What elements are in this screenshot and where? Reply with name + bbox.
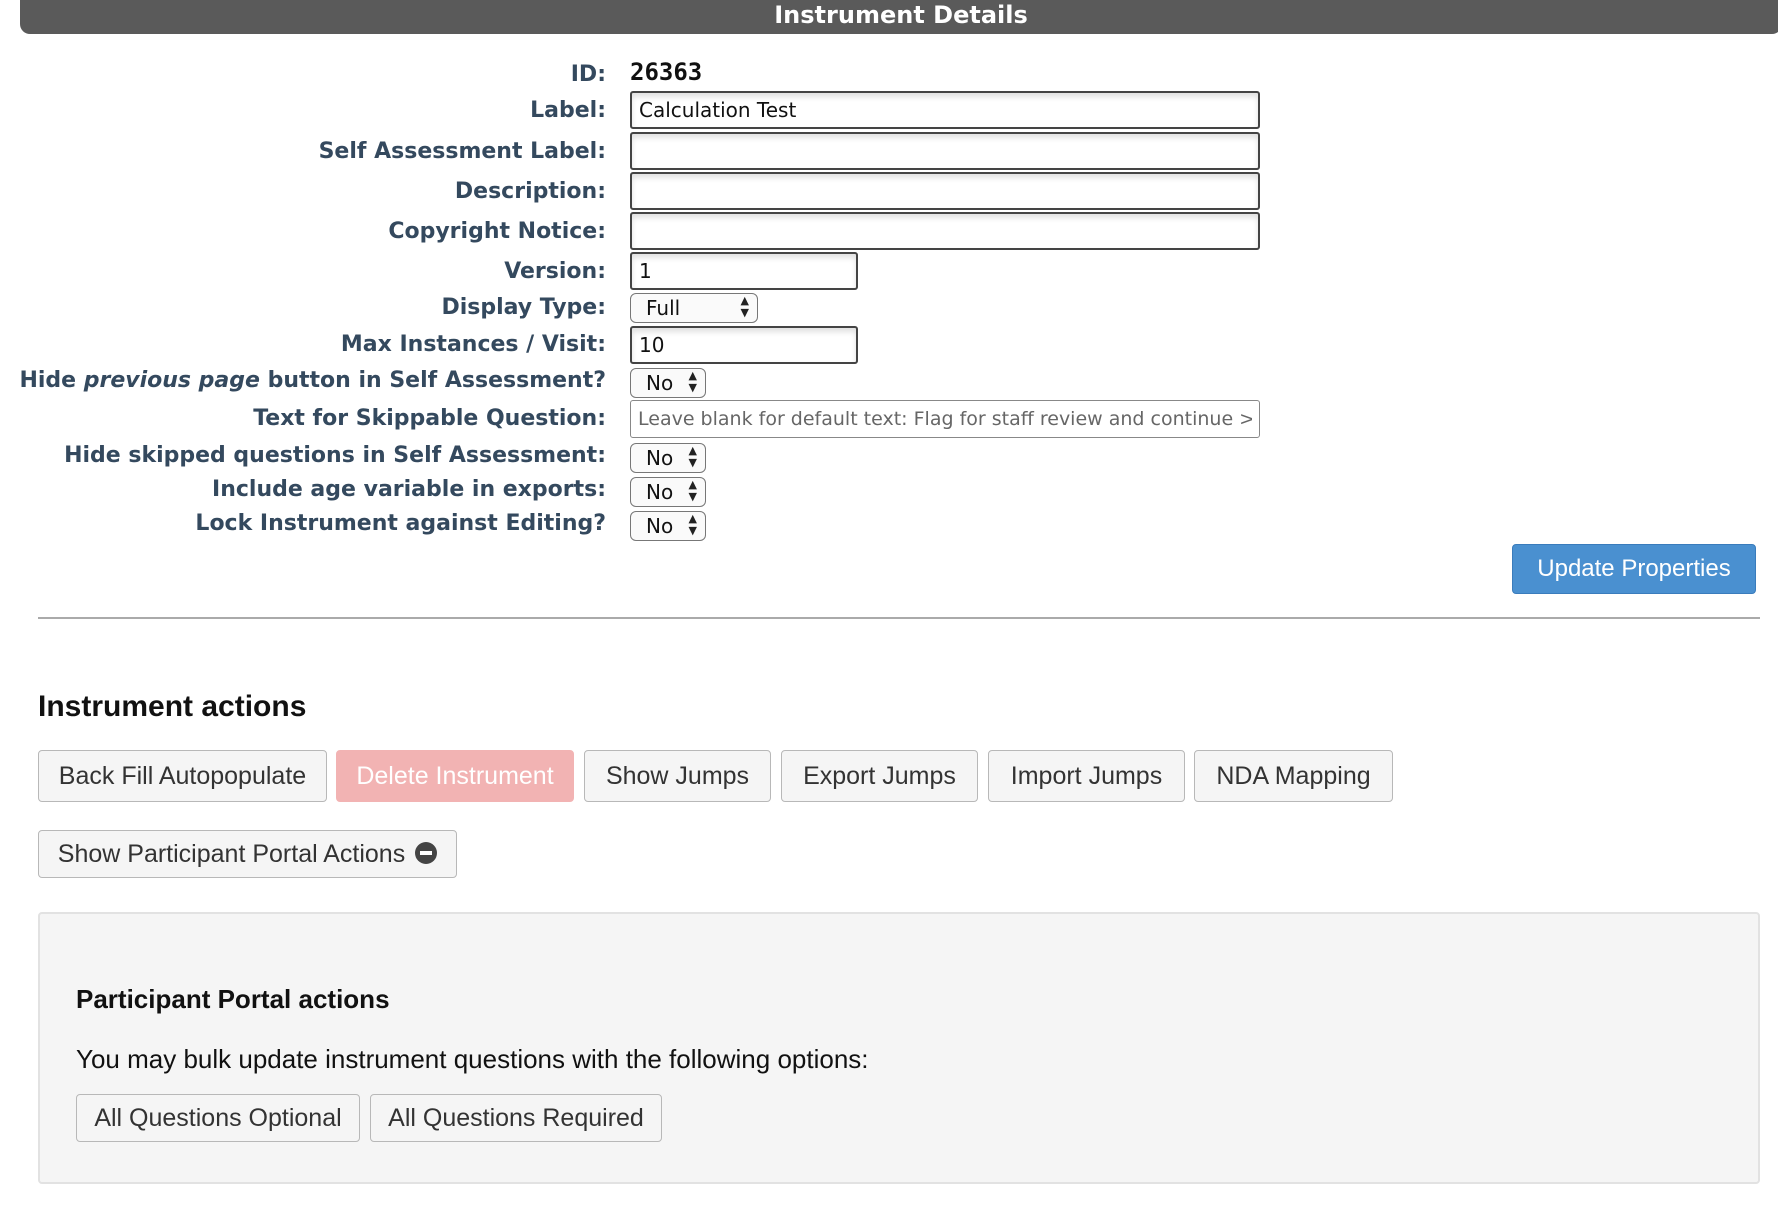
participant-portal-panel: Participant Portal actions You may bulk … [38,912,1760,1184]
copyright-notice-label: Copyright Notice: [388,219,606,244]
hide-previous-label-emphasis: previous page [83,368,260,393]
back-fill-autopopulate-button[interactable]: Back Fill Autopopulate [38,750,327,802]
participant-portal-heading: Participant Portal actions [76,984,390,1014]
select-arrows-icon: ▲ ▼ [688,369,697,394]
hide-previous-label-prefix: Hide [19,368,84,393]
lock-instrument-value: No [646,514,674,538]
instrument-actions-heading: Instrument actions [38,690,307,723]
hide-skipped-value: No [646,446,674,470]
copyright-notice-input[interactable] [630,212,1260,250]
hide-previous-value: No [646,371,674,395]
panel-title-bar: Instrument Details [20,0,1778,34]
instrument-details-page: Instrument Details ID: 26363 Label: Self… [0,0,1778,1206]
display-type-label: Display Type: [441,295,606,320]
select-arrows-icon: ▲ ▼ [688,512,697,537]
max-instances-input[interactable] [630,326,858,364]
version-input[interactable] [630,252,858,290]
include-age-label: Include age variable in exports: [212,477,606,502]
self-assessment-label-label: Self Assessment Label: [318,139,606,164]
hide-previous-select[interactable]: No ▲ ▼ [630,368,706,398]
panel-title: Instrument Details [774,1,1028,29]
hide-previous-label: Hide previous page button in Self Assess… [19,368,606,393]
description-input[interactable] [630,172,1260,210]
select-arrows-icon: ▲ ▼ [688,444,697,469]
all-questions-required-button[interactable]: All Questions Required [370,1094,662,1142]
show-participant-portal-actions-button[interactable]: Show Participant Portal Actions [38,830,457,878]
import-jumps-button[interactable]: Import Jumps [988,750,1185,802]
lock-instrument-label: Lock Instrument against Editing? [195,511,606,536]
version-label: Version: [504,259,606,284]
hide-skipped-select[interactable]: No ▲ ▼ [630,443,706,473]
collapse-minus-icon [415,842,438,865]
participant-portal-description: You may bulk update instrument questions… [76,1044,869,1074]
section-divider [38,617,1760,619]
delete-instrument-button[interactable]: Delete Instrument [336,750,574,802]
id-label: ID: [570,62,606,87]
display-type-value: Full [646,296,681,320]
export-jumps-button[interactable]: Export Jumps [781,750,978,802]
nda-mapping-button[interactable]: NDA Mapping [1194,750,1393,802]
show-jumps-button[interactable]: Show Jumps [584,750,771,802]
lock-instrument-select[interactable]: No ▲ ▼ [630,511,706,541]
update-properties-button[interactable]: Update Properties [1512,544,1756,594]
label-label: Label: [530,98,606,123]
show-participant-portal-actions-label: Show Participant Portal Actions [57,840,406,868]
include-age-select[interactable]: No ▲ ▼ [630,477,706,507]
self-assessment-label-input[interactable] [630,132,1260,170]
select-arrows-icon: ▲ ▼ [740,294,749,319]
select-arrows-icon: ▲ ▼ [688,478,697,503]
description-label: Description: [454,179,606,204]
hide-skipped-label: Hide skipped questions in Self Assessmen… [64,443,606,468]
id-value: 26363 [630,58,703,86]
include-age-value: No [646,480,674,504]
skippable-text-input[interactable] [630,400,1260,438]
all-questions-optional-button[interactable]: All Questions Optional [76,1094,360,1142]
label-input[interactable] [630,91,1260,129]
display-type-select[interactable]: Full ▲ ▼ [630,293,758,323]
skippable-text-label: Text for Skippable Question: [253,406,606,431]
hide-previous-label-suffix: button in Self Assessment? [259,368,606,393]
max-instances-label: Max Instances / Visit: [340,332,606,357]
